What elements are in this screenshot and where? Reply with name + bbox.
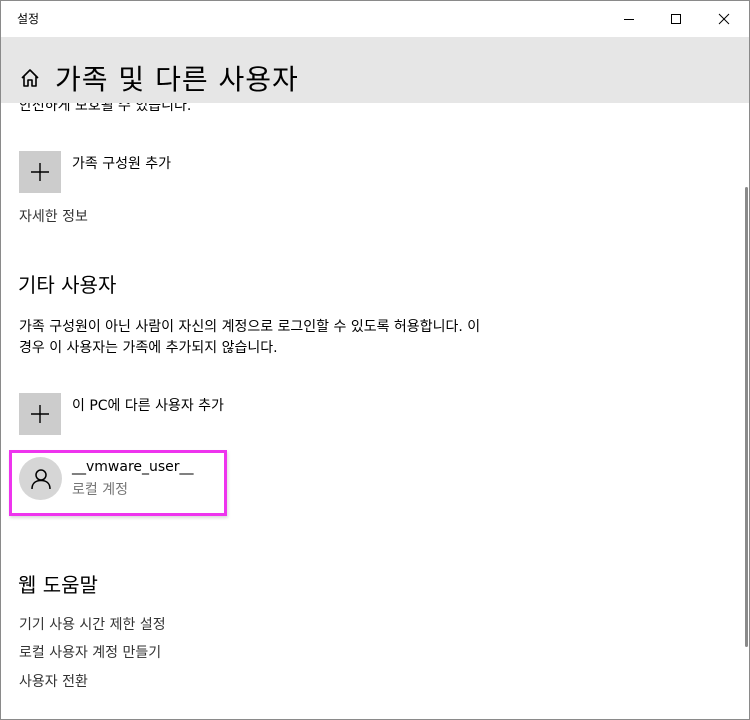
- avatar: [19, 457, 62, 500]
- other-users-heading: 기타 사용자: [18, 273, 117, 297]
- close-button[interactable]: [701, 1, 747, 37]
- maximize-icon: [671, 14, 681, 24]
- home-icon[interactable]: [19, 67, 41, 89]
- more-info-link[interactable]: 자세한 정보: [19, 206, 88, 226]
- settings-window: 설정 가족 및 다른 사용자 안전하게 보호될 수 있습니다. 가족 구성원 추…: [0, 0, 750, 720]
- add-family-member-label[interactable]: 가족 구성원 추가: [72, 153, 171, 173]
- user-name: __vmware_user__: [72, 459, 194, 475]
- page-title: 가족 및 다른 사용자: [55, 63, 299, 96]
- maximize-button[interactable]: [653, 1, 699, 37]
- minimize-icon: [624, 19, 634, 20]
- web-help-link-switch-user[interactable]: 사용자 전환: [19, 671, 88, 691]
- web-help-heading: 웹 도움말: [18, 573, 98, 597]
- app-title: 설정: [17, 12, 40, 26]
- close-icon: [718, 13, 730, 25]
- add-other-user-label[interactable]: 이 PC에 다른 사용자 추가: [72, 395, 224, 415]
- scrollbar-thumb[interactable]: [745, 187, 748, 647]
- other-users-description: 가족 구성원이 아닌 사람이 자신의 계정으로 로그인할 수 있도록 허용합니다…: [19, 319, 481, 356]
- add-family-member-button[interactable]: [19, 151, 61, 193]
- user-icon: [30, 468, 51, 489]
- page-header: 가족 및 다른 사용자: [1, 37, 749, 103]
- user-account-type: 로컬 계정: [72, 482, 128, 498]
- web-help-link-screen-time[interactable]: 기기 사용 시간 제한 설정: [19, 614, 166, 634]
- web-help-link-local-account[interactable]: 로컬 사용자 계정 만들기: [19, 642, 161, 662]
- plus-icon: [31, 405, 49, 423]
- title-bar: 설정: [1, 1, 749, 37]
- plus-icon: [31, 163, 49, 181]
- minimize-button[interactable]: [606, 1, 652, 37]
- add-other-user-button[interactable]: [19, 393, 61, 435]
